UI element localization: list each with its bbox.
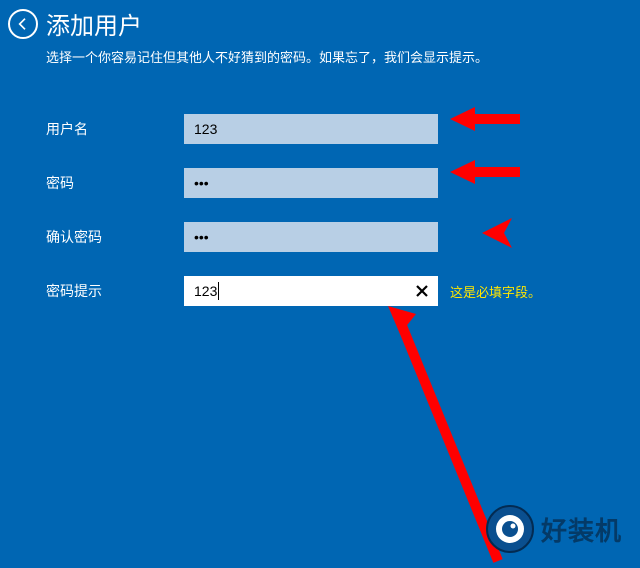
arrow-left-icon — [15, 16, 31, 32]
close-icon — [415, 284, 429, 298]
brand-logo: 好装机 — [485, 504, 622, 554]
add-user-form: 用户名 密码 确认密码 密码提示 这是必填字段。 — [46, 114, 640, 306]
required-field-message: 这是必填字段。 — [450, 282, 541, 301]
password-hint-input[interactable] — [184, 276, 438, 306]
logo-icon — [485, 504, 535, 554]
username-input[interactable] — [184, 114, 438, 144]
back-button[interactable] — [8, 9, 38, 39]
confirm-password-label: 确认密码 — [46, 227, 184, 247]
password-hint-label: 密码提示 — [46, 281, 184, 301]
username-label: 用户名 — [46, 119, 184, 139]
page-subtitle: 选择一个你容易记住但其他人不好猜到的密码。如果忘了，我们会显示提示。 — [46, 47, 640, 66]
clear-button[interactable] — [412, 281, 432, 301]
password-label: 密码 — [46, 173, 184, 193]
text-caret — [218, 282, 219, 300]
logo-text: 好装机 — [541, 511, 622, 548]
page-title: 添加用户 — [46, 6, 142, 41]
password-input[interactable] — [184, 168, 438, 198]
confirm-password-input[interactable] — [184, 222, 438, 252]
